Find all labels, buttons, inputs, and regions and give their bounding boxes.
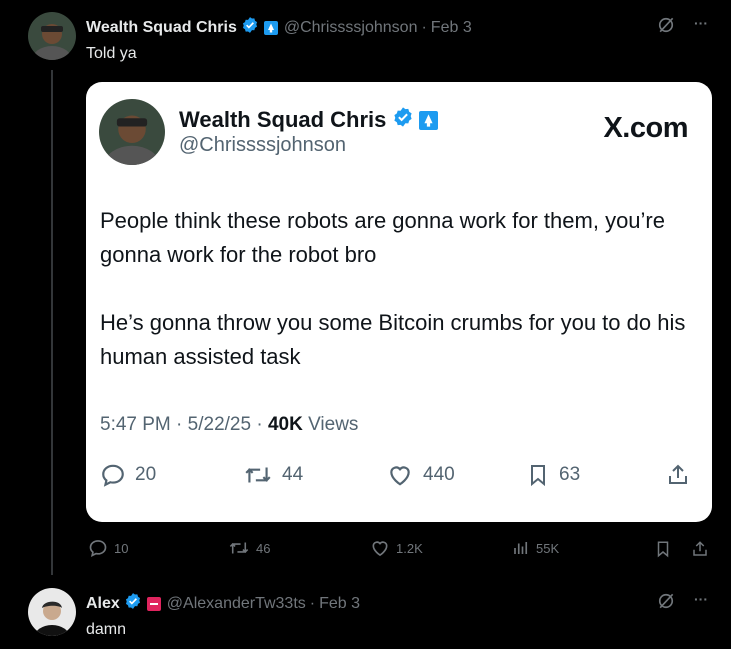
affiliate-badge-icon (263, 20, 278, 35)
card-repost-count: 44 (282, 464, 304, 485)
like-count: 1.2K (396, 540, 423, 556)
like-button[interactable]: 1.2K (370, 538, 423, 558)
post-header: Wealth Squad Chris @Chrissssjohnson · Fe… (86, 16, 472, 39)
card-views-count: 40K (267, 414, 303, 435)
repost-icon (245, 467, 271, 483)
bookmark-icon (531, 465, 545, 487)
reply-author-handle[interactable]: @AlexanderTw33ts (167, 595, 306, 613)
card-author-name: Wealth Squad Chris (179, 107, 387, 132)
affiliate-badge-icon (419, 110, 439, 130)
post-date[interactable]: Feb 3 (431, 19, 472, 37)
separator: · (176, 414, 183, 435)
separator: · (256, 414, 263, 435)
card-reply-count: 20 (135, 464, 157, 485)
card-paragraph: People think these robots are gonna work… (100, 208, 665, 267)
separator: · (421, 18, 427, 36)
reply-count: 10 (114, 540, 129, 556)
reply-header: Alex @AlexanderTw33ts · Feb 3 (86, 592, 360, 615)
views-count: 55K (536, 540, 560, 556)
card-bookmark: 63 (526, 462, 580, 488)
card-bookmark-count: 63 (559, 464, 581, 485)
share-button[interactable] (689, 538, 711, 560)
embedded-post-card[interactable]: Wealth Squad Chris @Chrissssjohnson X.co… (86, 82, 712, 522)
card-repost: 44 (243, 462, 303, 488)
share-icon (693, 541, 707, 556)
reply-text: damn (86, 621, 127, 638)
separator: · (309, 594, 316, 612)
repost-icon (229, 542, 249, 554)
card-meta: 5:47 PM · 5/22/25 · 40K Views (100, 414, 358, 436)
heart-icon (372, 541, 388, 557)
reply-icon (102, 464, 124, 487)
card-views-label: Views (308, 414, 359, 435)
card-date: 5/22/25 (187, 414, 252, 435)
reply-icon (89, 540, 107, 558)
card-body: People think these robots are gonna work… (100, 204, 700, 408)
card-like: 440 (386, 462, 455, 488)
repost-count: 46 (256, 540, 271, 556)
card-time: 5:47 PM (100, 414, 171, 435)
card-reply: 20 (100, 462, 156, 488)
avatar[interactable] (28, 12, 76, 60)
grok-icon[interactable] (655, 590, 677, 612)
x-logo: X.com (603, 112, 688, 144)
views-button[interactable]: 55K (512, 538, 559, 558)
card-avatar (99, 99, 165, 165)
thread-connector-line (51, 70, 53, 575)
reply-avatar[interactable] (28, 588, 76, 636)
author-name[interactable]: Wealth Squad Chris (86, 19, 237, 37)
reply-button[interactable]: 10 (88, 538, 128, 558)
grok-icon[interactable] (655, 14, 677, 36)
card-share (666, 462, 699, 488)
verified-badge-icon (392, 106, 414, 134)
reply-author-name[interactable]: Alex (86, 595, 120, 613)
bookmark-icon (657, 541, 669, 558)
author-handle[interactable]: @Chrissssjohnson (284, 19, 418, 37)
verified-badge-icon (241, 16, 259, 39)
affiliate-badge-icon (146, 596, 161, 611)
share-icon (669, 464, 687, 484)
card-author-handle: @Chrissssjohnson (179, 134, 347, 156)
card-like-count: 440 (423, 464, 455, 485)
more-options-icon[interactable]: ··· (690, 12, 712, 34)
reply-date[interactable]: Feb 3 (319, 595, 360, 613)
card-author-row: Wealth Squad Chris (179, 106, 439, 134)
verified-badge-icon (124, 592, 142, 615)
bookmark-button[interactable] (652, 538, 674, 560)
heart-icon (390, 466, 410, 486)
more-options-icon[interactable]: ··· (690, 588, 712, 610)
analytics-icon (514, 542, 528, 554)
card-paragraph: He’s gonna throw you some Bitcoin crumbs… (100, 310, 686, 369)
repost-button[interactable]: 46 (228, 538, 270, 558)
post-text: Told ya (86, 45, 137, 62)
